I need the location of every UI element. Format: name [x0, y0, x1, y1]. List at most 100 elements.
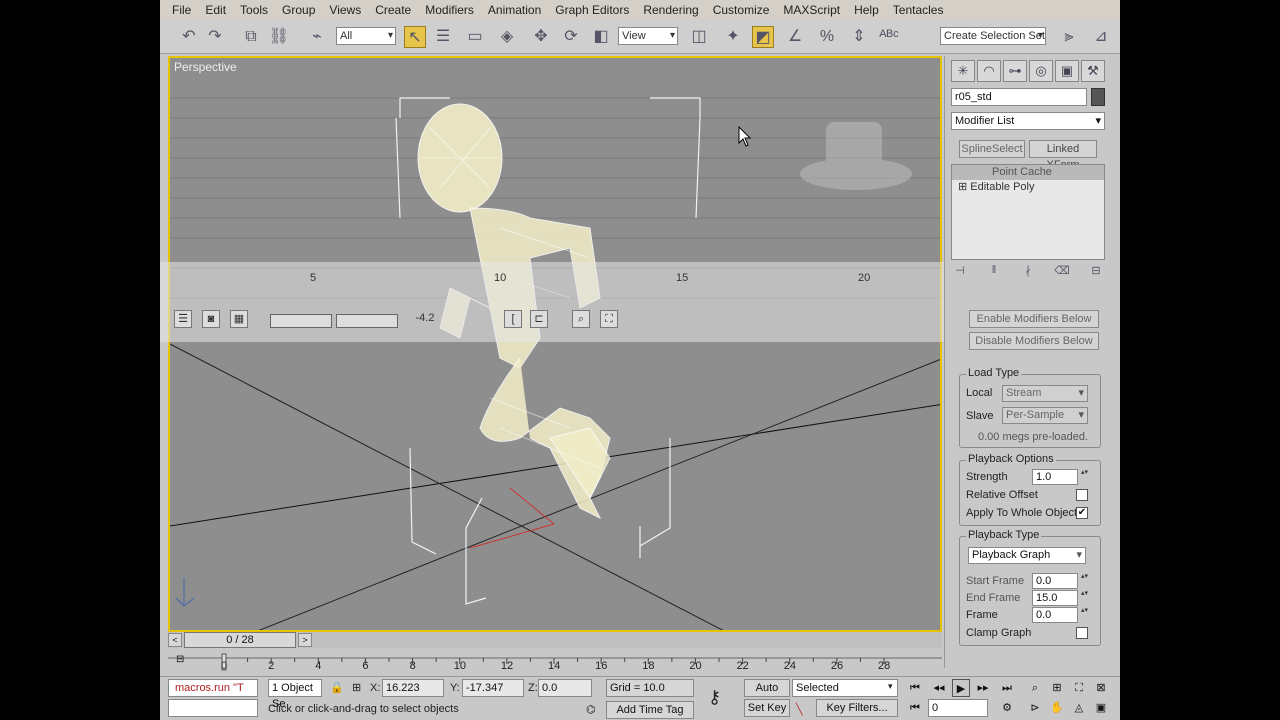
zoom-icon[interactable]: ⌕ [1026, 679, 1044, 697]
slave-dropdown[interactable]: Per-Sample [1002, 407, 1088, 424]
viewport-label[interactable]: Perspective [174, 60, 237, 74]
apply-whole-object-checkbox[interactable]: ✔ [1076, 507, 1088, 519]
time-slider-prev-icon[interactable]: < [168, 633, 182, 647]
object-color-swatch[interactable] [1091, 88, 1105, 106]
zoom-all-icon[interactable]: ⊞ [1048, 679, 1066, 697]
menu-group[interactable]: Group [282, 3, 315, 17]
fit-icon[interactable]: ⊏ [530, 310, 548, 328]
strength-spinner[interactable]: 1.0 [1032, 469, 1089, 485]
scale-icon[interactable]: ◧ [590, 26, 612, 48]
show-end-result-icon[interactable]: ‖ [985, 264, 1003, 280]
menu-file[interactable]: File [172, 3, 191, 17]
grid-icon[interactable]: ▦ [230, 310, 248, 328]
relative-offset-checkbox[interactable] [1076, 489, 1088, 501]
menu-tentacles[interactable]: Tentacles [893, 3, 944, 17]
motion-tab-icon[interactable]: ◎ [1029, 60, 1053, 82]
maxscript-listener-output[interactable] [168, 699, 258, 717]
create-tab-icon[interactable]: ✳ [951, 60, 975, 82]
menu-animation[interactable]: Animation [488, 3, 541, 17]
make-unique-icon[interactable]: ∤ [1019, 264, 1037, 280]
align-icon[interactable]: ⊿ [1090, 26, 1112, 48]
current-frame-field[interactable]: 0 [928, 699, 988, 717]
mini-curve-icon[interactable]: ⊟ [176, 654, 184, 665]
modify-tab-icon[interactable]: ◠ [977, 60, 1001, 82]
time-slider[interactable]: < 0 / 28 > [168, 632, 942, 648]
lock-icon[interactable]: 🔒 [330, 681, 344, 694]
zoom-extents-all-icon[interactable]: ⊠ [1092, 679, 1110, 697]
time-configuration-icon[interactable]: ⚙ [998, 699, 1016, 717]
goto-start-icon[interactable]: ⏮ [906, 679, 924, 697]
menu-rendering[interactable]: Rendering [643, 3, 698, 17]
zoom-icon[interactable]: ⌕ [572, 310, 590, 328]
zoom-region-icon[interactable]: ⛶ [600, 310, 618, 328]
track-field[interactable] [270, 314, 332, 328]
start-frame-spinner[interactable]: 0.0 [1032, 573, 1089, 589]
menu-views[interactable]: Views [329, 3, 361, 17]
add-time-tag-button[interactable]: Add Time Tag [606, 701, 694, 719]
select-manipulate-icon[interactable]: ✦ [722, 26, 744, 48]
bracket-icon[interactable]: [ [504, 310, 522, 328]
utilities-tab-icon[interactable]: ⚒ [1081, 60, 1105, 82]
time-slider-next-icon[interactable]: > [298, 633, 312, 647]
key-mode-toggle-icon[interactable]: ⏮ [906, 699, 924, 717]
select-by-name-icon[interactable]: ☰ [432, 26, 454, 48]
reference-coordinate-dropdown[interactable]: View [618, 27, 678, 45]
bind-space-warp-icon[interactable]: ⌁ [306, 26, 328, 48]
play-icon[interactable]: ▶ [952, 679, 970, 697]
enable-modifiers-below-button[interactable]: Enable Modifiers Below [969, 310, 1099, 328]
frame-spinner[interactable]: 0.0 [1032, 607, 1089, 623]
unlink-icon[interactable]: ⛓ [268, 26, 290, 48]
object-name-field[interactable]: r05_std [951, 88, 1087, 106]
goto-end-icon[interactable]: ⏭ [998, 679, 1016, 697]
window-crossing-icon[interactable]: ◈ [496, 26, 518, 48]
hierarchy-tab-icon[interactable]: ⊶ [1003, 60, 1027, 82]
snaps-toggle-icon[interactable]: ◩ [752, 26, 774, 48]
named-selection-sets-dropdown[interactable]: Create Selection Set [940, 27, 1046, 45]
time-tag-icon[interactable]: ⌬ [586, 703, 596, 716]
clamp-graph-checkbox[interactable] [1076, 627, 1088, 639]
local-dropdown[interactable]: Stream [1002, 385, 1088, 402]
menu-help[interactable]: Help [854, 3, 879, 17]
perspective-viewport[interactable]: Perspective [168, 56, 942, 632]
playback-type-dropdown[interactable]: Playback Graph [968, 547, 1086, 564]
pin-stack-icon[interactable]: ⊣ [951, 264, 969, 280]
z-coordinate-field[interactable]: 0.0 [538, 679, 592, 697]
auto-key-button[interactable]: Auto Key [744, 679, 790, 710]
disable-modifiers-below-button[interactable]: Disable Modifiers Below [969, 332, 1099, 350]
select-link-icon[interactable]: ⧉ [240, 26, 262, 48]
modifier-list-dropdown[interactable]: Modifier List [951, 112, 1105, 130]
menu-modifiers[interactable]: Modifiers [425, 3, 474, 17]
menu-customize[interactable]: Customize [713, 3, 770, 17]
camera-icon[interactable]: ◙ [202, 310, 220, 328]
maxscript-listener[interactable]: macros.run "T [168, 679, 258, 697]
rectangular-selection-icon[interactable]: ▭ [464, 26, 486, 48]
menu-tools[interactable]: Tools [240, 3, 268, 17]
key-filters-button[interactable]: Key Filters... [816, 699, 898, 717]
filter-icon[interactable]: ☰ [174, 310, 192, 328]
x-coordinate-field[interactable]: 16.223 [382, 679, 444, 697]
maximize-viewport-icon[interactable]: ▣ [1092, 699, 1110, 717]
pivot-center-icon[interactable]: ◫ [688, 26, 710, 48]
time-slider-thumb[interactable]: 0 / 28 [184, 632, 296, 648]
spinner-snap-icon[interactable]: ⇕ [848, 26, 870, 48]
linked-xform-button[interactable]: Linked XForm [1029, 140, 1097, 171]
menu-maxscript[interactable]: MAXScript [783, 3, 840, 17]
angle-snap-icon[interactable]: ∠ [784, 26, 806, 48]
rotate-icon[interactable]: ⟳ [560, 26, 582, 48]
configure-sets-icon[interactable]: ⊟ [1087, 264, 1105, 280]
spline-select-button[interactable]: SplineSelect [959, 140, 1025, 158]
pan-icon[interactable]: ✋ [1048, 699, 1066, 717]
undo-icon[interactable]: ↶ [178, 26, 200, 48]
y-coordinate-field[interactable]: -17.347 [462, 679, 524, 697]
move-icon[interactable]: ✥ [530, 26, 552, 48]
chevron-down-icon[interactable]: ▾ [888, 681, 893, 692]
trackbar[interactable]: ⊟ 0 2 4 6 8 10 12 14 16 18 20 22 24 26 28 [168, 650, 942, 676]
field-of-view-icon[interactable]: ⊳ [1026, 699, 1044, 717]
mirror-icon[interactable]: ⫸ [1058, 26, 1080, 48]
menu-create[interactable]: Create [375, 3, 411, 17]
orbit-icon[interactable]: ◬ [1070, 699, 1088, 717]
key-icon[interactable]: ⚷ [708, 687, 721, 708]
display-tab-icon[interactable]: ▣ [1055, 60, 1079, 82]
redo-icon[interactable]: ↷ [204, 26, 226, 48]
absolute-mode-icon[interactable]: ⊞ [352, 681, 361, 694]
